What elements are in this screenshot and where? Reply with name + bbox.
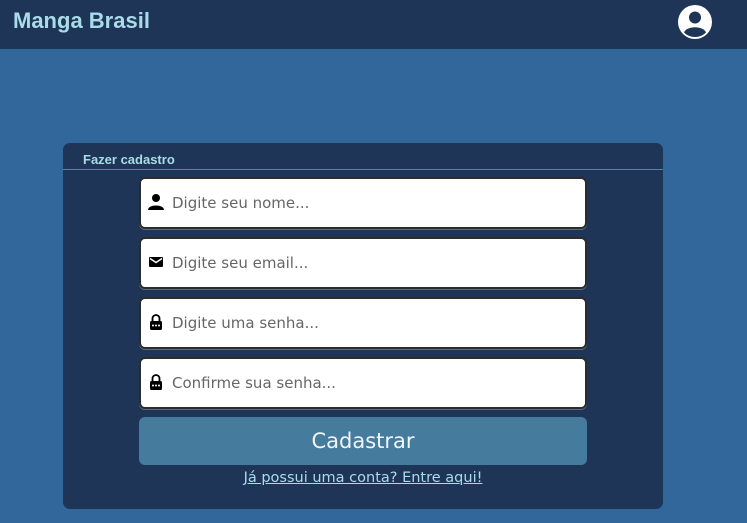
name-input[interactable] (172, 179, 572, 227)
confirm-password-field[interactable] (139, 357, 587, 409)
email-field[interactable] (139, 237, 587, 289)
register-button[interactable]: Cadastrar (139, 417, 587, 465)
signup-panel: Fazer cadastro Digite seu nome... Digite… (63, 143, 663, 509)
name-field[interactable] (139, 177, 587, 229)
envelope-icon (149, 257, 163, 267)
form-title: Fazer cadastro (83, 152, 175, 167)
user-circle-icon (678, 5, 712, 39)
person-icon (148, 194, 164, 210)
navbar: Manga Brasil (0, 0, 747, 49)
password-input[interactable] (172, 299, 572, 347)
password-field[interactable] (139, 297, 587, 349)
login-link[interactable]: Já possui uma conta? Entre aqui! (63, 470, 663, 486)
account-button[interactable] (677, 4, 713, 40)
title-divider (63, 169, 663, 170)
lock-icon (150, 374, 162, 390)
lock-icon (150, 314, 162, 330)
confirm-password-input[interactable] (172, 359, 572, 407)
email-input[interactable] (172, 239, 572, 287)
app-title[interactable]: Manga Brasil (13, 8, 150, 34)
